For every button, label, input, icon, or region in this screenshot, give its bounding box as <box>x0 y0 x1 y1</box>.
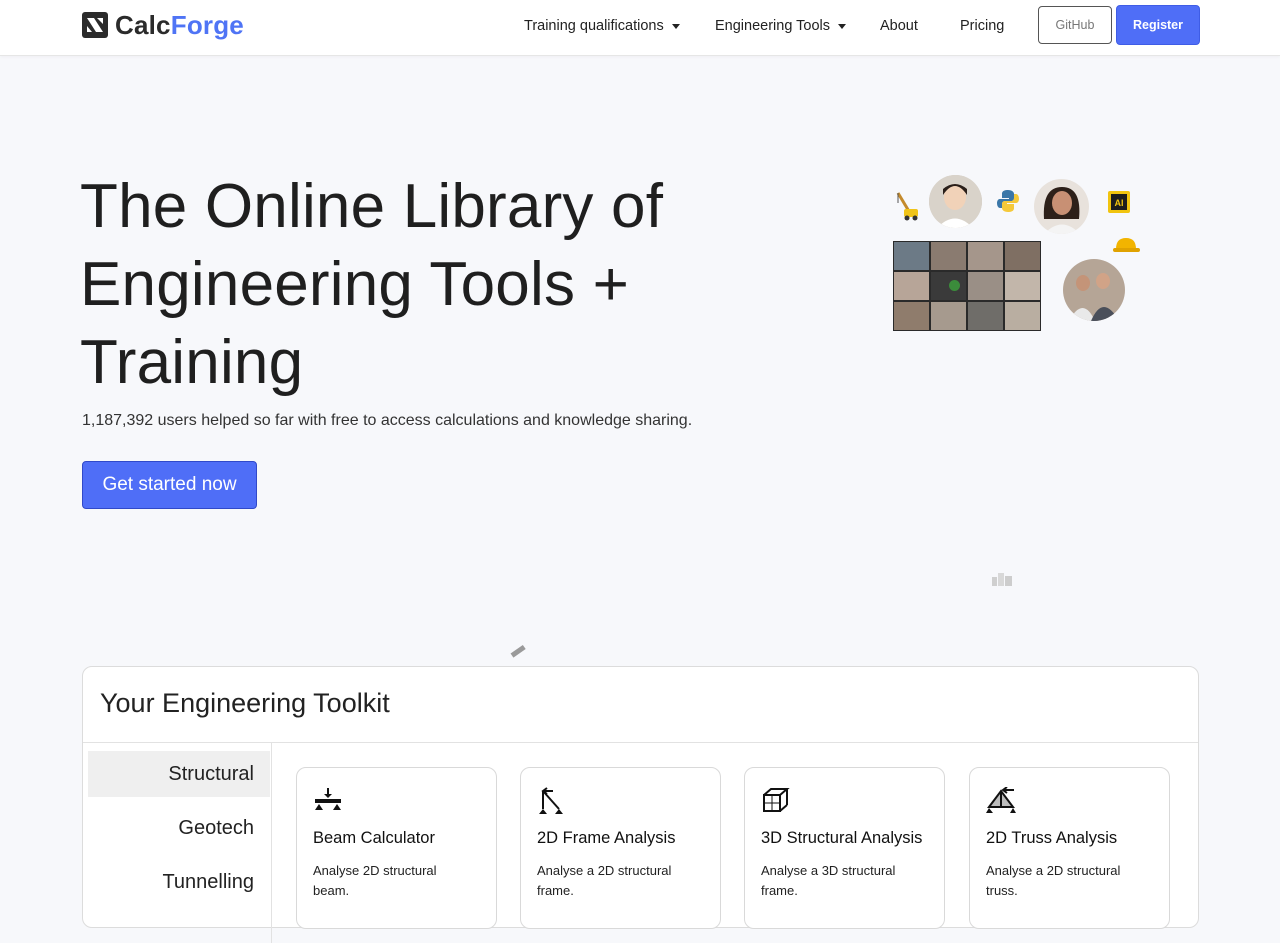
tool-card-beam-calculator[interactable]: Beam Calculator Analyse 2D structural be… <box>296 767 497 929</box>
frame-icon <box>539 787 563 814</box>
caret-down-icon <box>838 24 847 29</box>
beam-icon <box>315 788 341 810</box>
tool-name: 2D Frame Analysis <box>537 829 676 847</box>
ruler-icon <box>510 644 526 658</box>
tool-description: Analyse a 2D structural frame. <box>537 863 672 898</box>
tool-description: Analyse a 3D structural frame. <box>761 863 896 898</box>
nav-about-label: About <box>880 18 918 34</box>
python-icon <box>997 190 1019 212</box>
github-button[interactable]: GitHub <box>1038 6 1112 44</box>
team-member-photo-2 <box>1034 179 1089 234</box>
hero-title-line1: The Online Library of <box>80 172 664 241</box>
city-buildings-icon <box>992 573 1012 586</box>
hero-title-line3: Training <box>80 328 304 397</box>
category-tunnelling[interactable]: Tunnelling <box>88 859 270 905</box>
tool-name: 2D Truss Analysis <box>986 829 1118 847</box>
ai-chip-icon: AI <box>1108 191 1130 213</box>
nav-pricing[interactable]: Pricing <box>960 18 1004 34</box>
team-group-photo <box>1063 259 1125 321</box>
toolkit-category-sidebar: Structural Geotech Tunnelling <box>83 743 272 943</box>
brand-name-part1: Calc <box>115 10 171 40</box>
truss-icon <box>986 787 1016 813</box>
engineering-toolkit-panel: Your Engineering Toolkit Structural Geot… <box>82 666 1199 943</box>
crane-icon <box>896 192 918 221</box>
nav-training-qualifications[interactable]: Training qualifications <box>524 18 680 34</box>
tool-name: 3D Structural Analysis <box>761 829 923 847</box>
nav-about[interactable]: About <box>880 18 918 34</box>
hero-title-line2: Engineering Tools + <box>80 250 629 319</box>
tool-card-2d-frame-analysis[interactable]: 2D Frame Analysis Analyse a 2D structura… <box>520 767 721 929</box>
nav-pricing-label: Pricing <box>960 18 1005 34</box>
nav-engineering-tools[interactable]: Engineering Tools <box>715 18 847 34</box>
nav-engineering-tools-label: Engineering Tools <box>715 18 831 34</box>
tool-card-3d-structural-analysis[interactable]: 3D Structural Analysis Analyse a 3D stru… <box>744 767 945 929</box>
hero-title: The Online Library of Engineering Tools … <box>80 168 780 402</box>
brand-name-part2: Forge <box>170 10 244 40</box>
tool-name: Beam Calculator <box>313 829 435 847</box>
category-structural[interactable]: Structural <box>88 751 270 797</box>
brand-link[interactable]: CalcForge <box>82 10 244 40</box>
register-button[interactable]: Register <box>1116 5 1200 45</box>
hard-hat-icon <box>1113 238 1140 252</box>
tool-card-2d-truss-analysis[interactable]: 2D Truss Analysis Analyse a 2D structura… <box>969 767 1170 929</box>
get-started-button[interactable]: Get started now <box>82 461 257 509</box>
calcforge-logo-icon <box>82 12 108 38</box>
tool-description: Analyse 2D structural beam. <box>313 863 437 898</box>
ai-badge-text: AI <box>1115 198 1124 208</box>
team-member-photo-1 <box>929 175 982 228</box>
brand-name: CalcForge <box>115 10 244 40</box>
caret-down-icon <box>671 24 680 29</box>
hero-subtitle: 1,187,392 users helped so far with free … <box>82 412 693 429</box>
category-geotech[interactable]: Geotech <box>88 805 270 851</box>
toolkit-title: Your Engineering Toolkit <box>100 688 390 718</box>
tool-description: Analyse a 2D structural truss. <box>986 863 1121 898</box>
navbar: CalcForge Training qualifications Engine… <box>0 0 1280 56</box>
cube-frame-icon <box>763 788 790 812</box>
video-call-collage <box>893 241 1041 331</box>
nav-training-qualifications-label: Training qualifications <box>524 18 664 34</box>
